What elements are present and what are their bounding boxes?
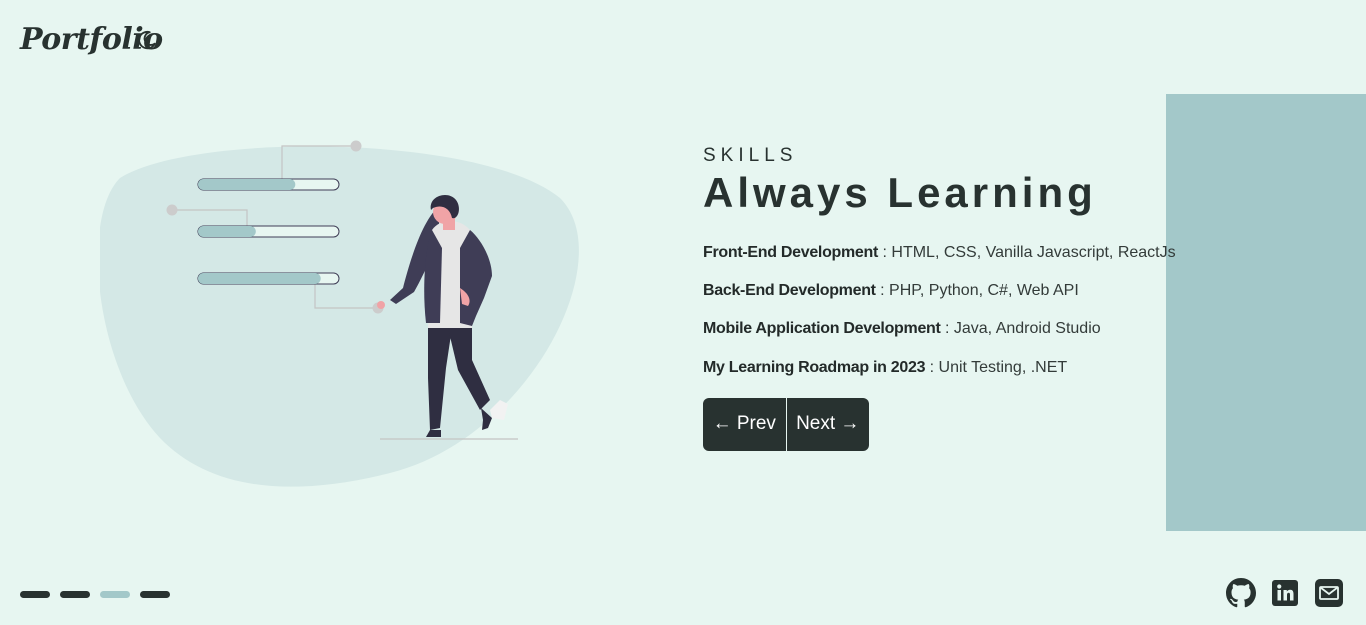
skill-label: Front-End Development [703, 244, 879, 262]
page-dot-4[interactable] [140, 591, 170, 598]
skill-item: Front-End Development : HTML, CSS, Vanil… [703, 243, 1176, 262]
accent-block [1166, 94, 1366, 531]
email-icon[interactable] [1314, 578, 1344, 608]
github-icon[interactable] [1226, 578, 1256, 608]
skill-label: Back-End Development [703, 282, 876, 300]
skills-section: SKILLS Always Learning Front-End Develop… [703, 145, 1176, 451]
skill-value: : PHP, Python, C#, Web API [875, 282, 1079, 300]
skill-value: : Java, Android Studio [940, 320, 1101, 338]
skill-bar-fill [198, 179, 296, 190]
skill-label: My Learning Roadmap in 2023 [703, 358, 926, 376]
section-eyebrow: SKILLS [703, 145, 798, 166]
moon-icon[interactable] [136, 29, 158, 51]
linkedin-icon[interactable] [1270, 578, 1300, 608]
skill-item: Mobile Application Development : Java, A… [703, 319, 1173, 338]
page-dot-3[interactable] [100, 591, 130, 598]
skill-value: : Unit Testing, .NET [925, 358, 1068, 376]
next-button[interactable]: Next → [785, 397, 870, 451]
skill-value: : HTML, CSS, Vanilla Javascript, ReactJs [878, 244, 1176, 262]
social-links [1226, 578, 1344, 608]
page-indicator [20, 591, 170, 598]
nav-button-group: ← Prev Next → [703, 397, 870, 451]
page-dot-1[interactable] [20, 591, 50, 598]
skill-item: My Learning Roadmap in 2023 : Unit Testi… [703, 358, 1173, 377]
page-title: Always Learning [703, 169, 1097, 216]
skill-bar-fill [198, 273, 321, 284]
skill-item: Back-End Development : PHP, Python, C#, … [703, 281, 1173, 300]
prev-button[interactable]: ← Prev [703, 398, 786, 451]
background-blob [100, 146, 579, 487]
skills-illustration [100, 140, 579, 487]
skill-label: Mobile Application Development [703, 320, 941, 338]
skill-bar-fill [198, 226, 256, 237]
page-dot-2[interactable] [60, 591, 90, 598]
